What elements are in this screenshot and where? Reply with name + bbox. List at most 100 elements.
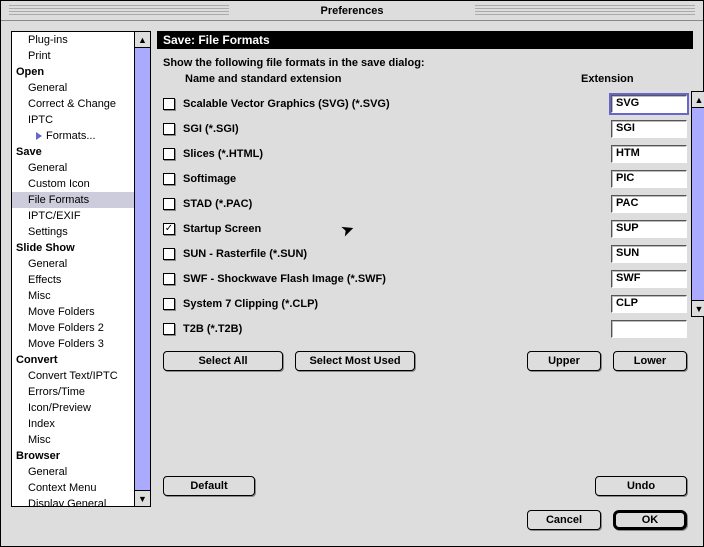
- sidebar-scrollbar[interactable]: ▲ ▼: [135, 31, 151, 507]
- select-most-used-button[interactable]: Select Most Used: [295, 351, 415, 371]
- undo-button[interactable]: Undo: [595, 476, 687, 496]
- format-row: ✓ Startup Screen SUP: [163, 216, 687, 241]
- format-checkbox[interactable]: [163, 173, 175, 185]
- sidebar-item[interactable]: Plug-ins: [12, 32, 134, 48]
- list-scroll-track[interactable]: [692, 108, 704, 300]
- sidebar-item[interactable]: Print: [12, 48, 134, 64]
- format-checkbox[interactable]: [163, 323, 175, 335]
- sidebar-item-label: Plug-ins: [28, 34, 68, 46]
- lower-button[interactable]: Lower: [613, 351, 687, 371]
- format-row: SUN - Rasterfile (*.SUN) SUN: [163, 241, 687, 266]
- sidebar-item-label: Convert Text/IPTC: [28, 370, 118, 382]
- list-scroll-up[interactable]: ▲: [692, 92, 704, 108]
- col-name-header: Name and standard extension: [185, 73, 581, 85]
- sidebar-category[interactable]: Convert: [12, 352, 134, 368]
- select-all-button[interactable]: Select All: [163, 351, 283, 371]
- sidebar-scroll-up[interactable]: ▲: [135, 32, 150, 48]
- sidebar-item-label: Custom Icon: [28, 178, 90, 190]
- sidebar-item-label: IPTC: [28, 114, 53, 126]
- sidebar-item[interactable]: Misc: [12, 432, 134, 448]
- ok-button[interactable]: OK: [613, 510, 687, 530]
- sidebar-item-label: File Formats: [28, 194, 89, 206]
- sidebar-item[interactable]: Icon/Preview: [12, 400, 134, 416]
- sidebar-item[interactable]: Misc: [12, 288, 134, 304]
- sidebar-item[interactable]: Move Folders 2: [12, 320, 134, 336]
- sidebar-scroll-down[interactable]: ▼: [135, 490, 150, 506]
- sidebar-item[interactable]: Convert Text/IPTC: [12, 368, 134, 384]
- format-checkbox[interactable]: [163, 98, 175, 110]
- upper-button[interactable]: Upper: [527, 351, 601, 371]
- sidebar-item[interactable]: General: [12, 80, 134, 96]
- format-row: Slices (*.HTML) HTM: [163, 141, 687, 166]
- sidebar-item[interactable]: Errors/Time: [12, 384, 134, 400]
- default-button[interactable]: Default: [163, 476, 255, 496]
- sidebar-item[interactable]: General: [12, 256, 134, 272]
- sidebar-item[interactable]: File Formats: [12, 192, 134, 208]
- sidebar-item[interactable]: Move Folders: [12, 304, 134, 320]
- format-row: SGI (*.SGI)SGI: [163, 116, 687, 141]
- sidebar-category[interactable]: Save: [12, 144, 134, 160]
- window-titlebar[interactable]: Preferences: [1, 1, 703, 21]
- sidebar-item-label: Index: [28, 418, 55, 430]
- sidebar-category[interactable]: Slide Show: [12, 240, 134, 256]
- extension-input[interactable]: HTM: [611, 145, 687, 163]
- format-checkbox[interactable]: ✓: [163, 223, 175, 235]
- window-body: Plug-insPrintOpenGeneralCorrect & Change…: [1, 21, 703, 546]
- format-label: T2B (*.T2B): [183, 323, 603, 335]
- sidebar-item[interactable]: Effects: [12, 272, 134, 288]
- category-sidebar[interactable]: Plug-insPrintOpenGeneralCorrect & Change…: [11, 31, 135, 507]
- format-row: SWF - Shockwave Flash Image (*.SWF)SWF: [163, 266, 687, 291]
- format-list: Scalable Vector Graphics (SVG) (*.SVG) SV…: [163, 91, 687, 341]
- sidebar-item-label: Effects: [28, 274, 61, 286]
- sidebar-scroll-track[interactable]: [135, 48, 150, 490]
- extension-input[interactable]: SWF: [611, 270, 687, 288]
- format-label: Startup Screen: [183, 223, 603, 235]
- sidebar-item-label: Display General: [28, 498, 106, 507]
- extension-input[interactable]: PAC: [611, 195, 687, 213]
- extension-input[interactable]: SUP: [611, 220, 687, 238]
- sidebar-item[interactable]: Settings: [12, 224, 134, 240]
- extension-input[interactable]: CLP: [611, 295, 687, 313]
- sidebar-item-label: Move Folders: [28, 306, 95, 318]
- cancel-button[interactable]: Cancel: [527, 510, 601, 530]
- list-scroll-down[interactable]: ▼: [692, 300, 704, 316]
- extension-input[interactable]: PIC: [611, 170, 687, 188]
- sidebar-category[interactable]: Browser: [12, 448, 134, 464]
- sidebar-item-label: Icon/Preview: [28, 402, 91, 414]
- format-list-scrollbar[interactable]: ▲ ▼: [691, 91, 704, 317]
- extension-input[interactable]: [611, 320, 687, 338]
- sidebar-item[interactable]: IPTC/EXIF: [12, 208, 134, 224]
- extension-input[interactable]: SVG: [611, 95, 687, 113]
- sidebar-item-label: Correct & Change: [28, 98, 116, 110]
- format-checkbox[interactable]: [163, 148, 175, 160]
- format-checkbox[interactable]: [163, 298, 175, 310]
- sidebar-item[interactable]: General: [12, 464, 134, 480]
- format-label: System 7 Clipping (*.CLP): [183, 298, 603, 310]
- format-label: Scalable Vector Graphics (SVG) (*.SVG): [183, 98, 603, 110]
- format-label: SUN - Rasterfile (*.SUN): [183, 248, 603, 260]
- main-panel: Save: File Formats Show the following fi…: [157, 31, 693, 536]
- sidebar-item[interactable]: Custom Icon: [12, 176, 134, 192]
- sidebar-item[interactable]: Index: [12, 416, 134, 432]
- format-label: STAD (*.PAC): [183, 198, 603, 210]
- format-row: Scalable Vector Graphics (SVG) (*.SVG) SV…: [163, 91, 687, 116]
- sidebar-item[interactable]: Context Menu: [12, 480, 134, 496]
- format-label: Slices (*.HTML): [183, 148, 603, 160]
- format-row: SoftimagePIC: [163, 166, 687, 191]
- format-row: T2B (*.T2B): [163, 316, 687, 341]
- sidebar-item-label: Print: [28, 50, 51, 62]
- format-checkbox[interactable]: [163, 273, 175, 285]
- extension-input[interactable]: SGI: [611, 120, 687, 138]
- format-checkbox[interactable]: [163, 123, 175, 135]
- sidebar-item[interactable]: Formats...: [12, 128, 134, 144]
- sidebar-item-label: Errors/Time: [28, 386, 85, 398]
- sidebar-item[interactable]: General: [12, 160, 134, 176]
- format-checkbox[interactable]: [163, 248, 175, 260]
- sidebar-item[interactable]: Correct & Change: [12, 96, 134, 112]
- sidebar-item[interactable]: Display General: [12, 496, 134, 507]
- format-checkbox[interactable]: [163, 198, 175, 210]
- extension-input[interactable]: SUN: [611, 245, 687, 263]
- sidebar-category[interactable]: Open: [12, 64, 134, 80]
- sidebar-item[interactable]: IPTC: [12, 112, 134, 128]
- sidebar-item[interactable]: Move Folders 3: [12, 336, 134, 352]
